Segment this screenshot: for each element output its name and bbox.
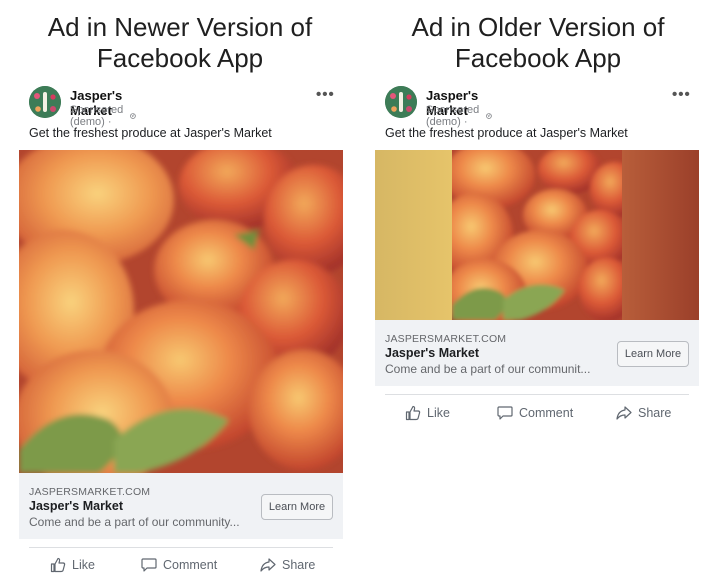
like-button[interactable]: Like bbox=[405, 405, 450, 421]
ad-image[interactable] bbox=[19, 150, 343, 473]
ad-primary-text: Get the freshest produce at Jasper's Mar… bbox=[385, 126, 628, 140]
link-description: Come and be a part of our communit... bbox=[385, 362, 591, 376]
newer-version-title: Ad in Newer Version of Facebook App bbox=[47, 12, 313, 73]
like-button[interactable]: Like bbox=[50, 557, 95, 573]
peaches-photo-letterboxed bbox=[375, 150, 699, 320]
more-dots-icon[interactable]: ••• bbox=[316, 86, 335, 103]
link-domain: JASPERSMARKET.COM bbox=[385, 333, 507, 345]
comment-bubble-icon bbox=[497, 406, 513, 420]
comment-label: Comment bbox=[163, 558, 218, 572]
action-bar-divider bbox=[385, 394, 689, 395]
globe-icon bbox=[130, 113, 137, 119]
share-label: Share bbox=[282, 558, 316, 572]
jaspers-market-logo-icon bbox=[385, 86, 417, 118]
like-label: Like bbox=[72, 558, 95, 572]
sponsored-text: Sponsored (demo) · bbox=[426, 104, 480, 128]
cta-section[interactable]: JASPERSMARKET.COM Jasper's Market Come a… bbox=[19, 473, 343, 539]
share-button[interactable]: Share bbox=[616, 405, 671, 421]
link-description: Come and be a part of our community... bbox=[29, 515, 240, 529]
link-domain: JASPERSMARKET.COM bbox=[29, 486, 151, 498]
share-label: Share bbox=[638, 406, 672, 420]
more-dots-icon[interactable]: ••• bbox=[672, 86, 691, 103]
link-headline: Jasper's Market bbox=[385, 346, 480, 360]
link-headline: Jasper's Market bbox=[29, 499, 124, 513]
jaspers-market-logo-icon bbox=[29, 86, 61, 118]
comment-label: Comment bbox=[519, 406, 574, 420]
page-avatar[interactable] bbox=[29, 86, 61, 118]
thumbs-up-icon bbox=[50, 557, 66, 573]
sponsored-text: Sponsored (demo) · bbox=[70, 104, 124, 128]
learn-more-button[interactable]: Learn More bbox=[261, 494, 333, 520]
ad-primary-text: Get the freshest produce at Jasper's Mar… bbox=[29, 126, 272, 140]
share-arrow-icon bbox=[260, 558, 276, 572]
comment-button[interactable]: Comment bbox=[497, 405, 573, 421]
learn-more-button[interactable]: Learn More bbox=[617, 341, 689, 367]
comment-button[interactable]: Comment bbox=[141, 557, 217, 573]
thumbs-up-icon bbox=[405, 405, 421, 421]
share-button[interactable]: Share bbox=[260, 557, 315, 573]
sponsored-label: Sponsored (demo) · bbox=[426, 104, 493, 128]
ad-image[interactable] bbox=[375, 150, 699, 320]
globe-icon bbox=[486, 113, 493, 119]
action-bar-divider bbox=[29, 547, 333, 548]
sponsored-label: Sponsored (demo) · bbox=[70, 104, 137, 128]
page-avatar[interactable] bbox=[385, 86, 417, 118]
like-label: Like bbox=[427, 406, 450, 420]
older-version-title: Ad in Older Version of Facebook App bbox=[411, 12, 665, 73]
cta-section[interactable]: JASPERSMARKET.COM Jasper's Market Come a… bbox=[375, 320, 699, 386]
comment-bubble-icon bbox=[141, 558, 157, 572]
peaches-photo bbox=[19, 150, 343, 473]
share-arrow-icon bbox=[616, 406, 632, 420]
